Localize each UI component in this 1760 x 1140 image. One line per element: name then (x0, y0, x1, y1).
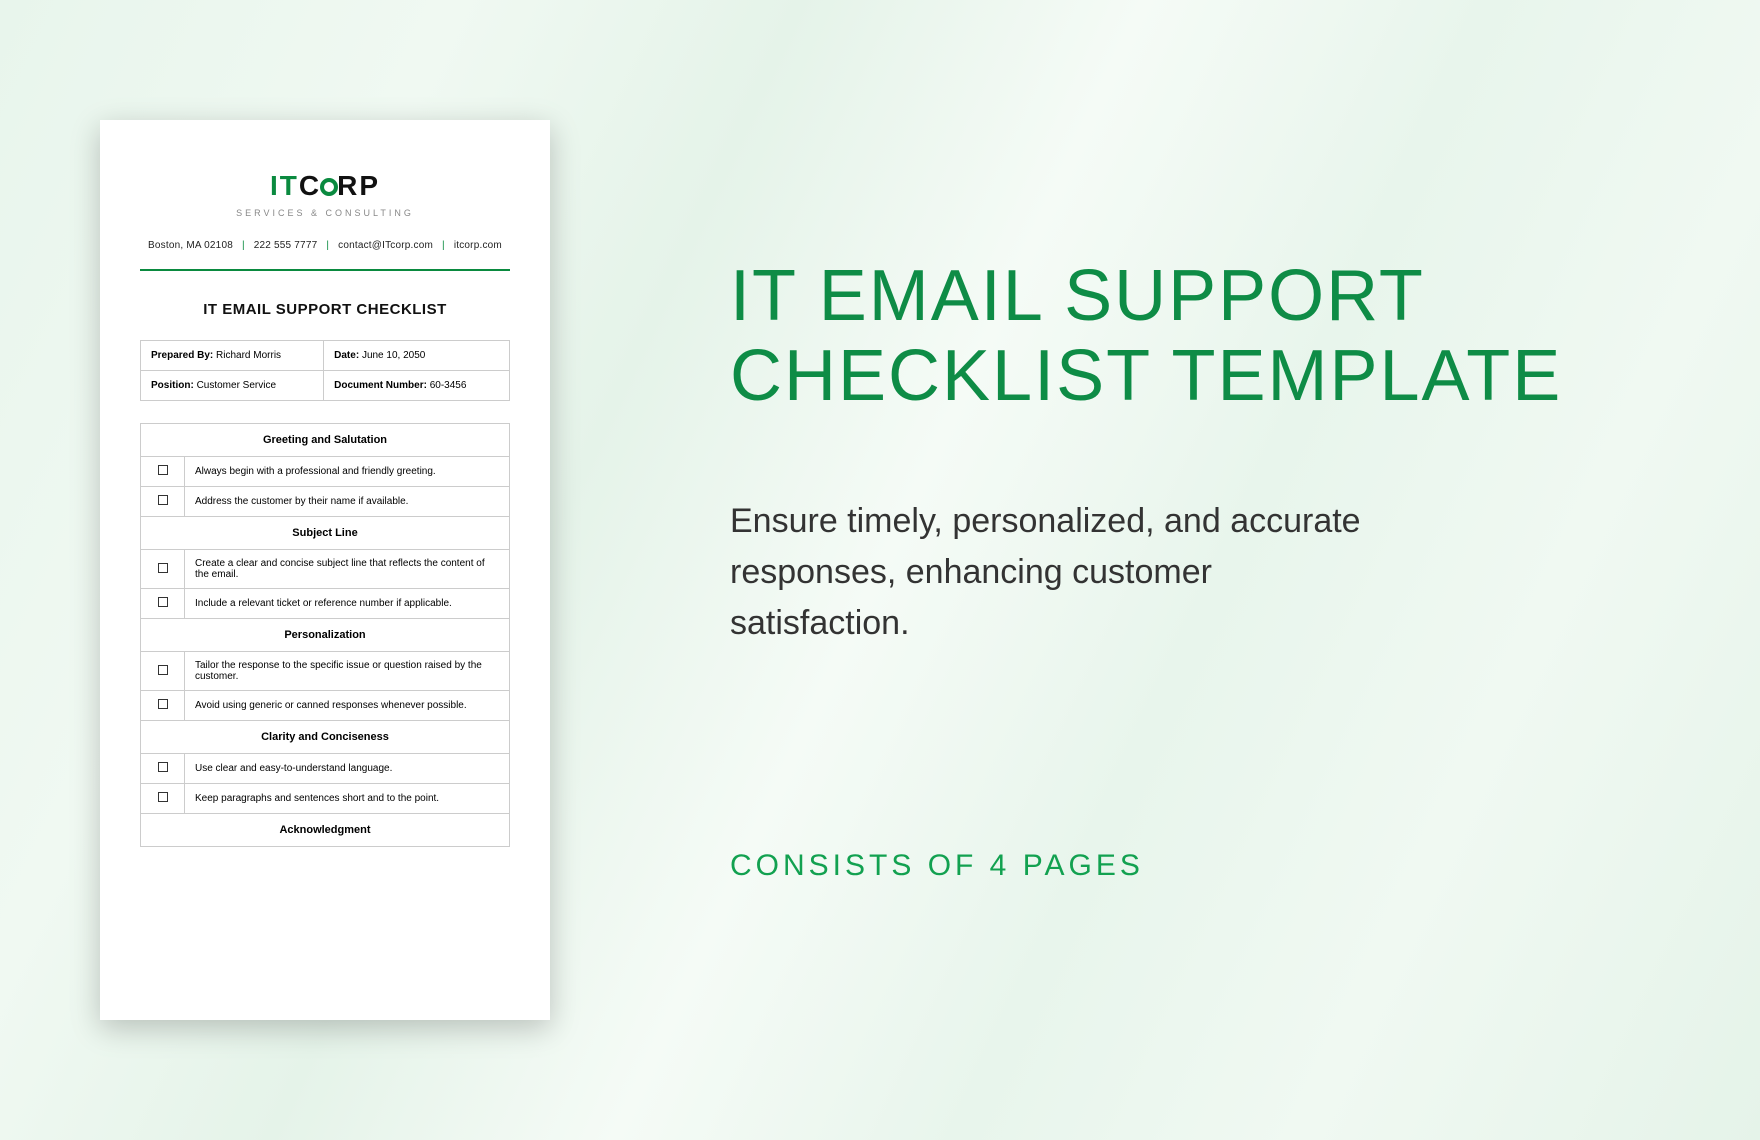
phone: 222 555 7777 (254, 240, 318, 251)
checkbox-cell (141, 652, 185, 691)
checkbox-icon (158, 563, 168, 573)
logo-c: C (299, 170, 321, 201)
checklist-item: Always begin with a professional and fri… (185, 457, 510, 487)
docnum-cell: Document Number: 60-3456 (324, 371, 510, 401)
document-page-preview: ITC RP SERVICES & CONSULTING Boston, MA 0… (100, 120, 550, 1020)
promo-panel: IT EMAIL SUPPORT CHECKLIST TEMPLATE Ensu… (730, 257, 1630, 882)
checklist-item: Include a relevant ticket or reference n… (185, 589, 510, 619)
checkbox-cell (141, 754, 185, 784)
contact-line: Boston, MA 02108 | 222 555 7777 | contac… (140, 240, 510, 251)
template-description: Ensure timely, personalized, and accurat… (730, 496, 1370, 649)
logo-tagline: SERVICES & CONSULTING (140, 208, 510, 218)
checkbox-cell (141, 457, 185, 487)
date-cell: Date: June 10, 2050 (324, 341, 510, 371)
email: contact@ITcorp.com (338, 240, 433, 251)
logo-it: IT (270, 170, 299, 201)
section-header: Personalization (141, 619, 510, 652)
checkbox-icon (158, 465, 168, 475)
checklist-item: Avoid using generic or canned responses … (185, 691, 510, 721)
section-header: Greeting and Salutation (141, 424, 510, 457)
section-header: Clarity and Conciseness (141, 721, 510, 754)
website: itcorp.com (454, 240, 502, 251)
checklist-item: Address the customer by their name if av… (185, 487, 510, 517)
separator-icon: | (326, 240, 329, 251)
checkbox-cell (141, 487, 185, 517)
checkbox-cell (141, 589, 185, 619)
template-title: IT EMAIL SUPPORT CHECKLIST TEMPLATE (730, 257, 1630, 415)
position-cell: Position: Customer Service (141, 371, 324, 401)
checkbox-cell (141, 784, 185, 814)
section-header: Subject Line (141, 517, 510, 550)
logo-o-icon (320, 178, 338, 196)
address: Boston, MA 02108 (148, 240, 233, 251)
prepared-by-cell: Prepared By: Richard Morris (141, 341, 324, 371)
checkbox-icon (158, 495, 168, 505)
checkbox-icon (158, 597, 168, 607)
logo: ITC RP (140, 170, 510, 202)
checkbox-icon (158, 665, 168, 675)
checkbox-cell (141, 550, 185, 589)
separator-icon: | (442, 240, 445, 251)
checklist-item: Create a clear and concise subject line … (185, 550, 510, 589)
checkbox-icon (158, 699, 168, 709)
document-title: IT EMAIL SUPPORT CHECKLIST (140, 301, 510, 318)
checklist-item: Use clear and easy-to-understand languag… (185, 754, 510, 784)
divider (140, 269, 510, 271)
logo-rp: RP (337, 170, 380, 201)
page-count: CONSISTS OF 4 PAGES (730, 849, 1630, 883)
checkbox-cell (141, 691, 185, 721)
checkbox-icon (158, 792, 168, 802)
separator-icon: | (242, 240, 245, 251)
checklist-item: Keep paragraphs and sentences short and … (185, 784, 510, 814)
checklist-table: Greeting and Salutation Always begin wit… (140, 423, 510, 847)
section-header: Acknowledgment (141, 814, 510, 847)
checkbox-icon (158, 762, 168, 772)
checklist-item: Tailor the response to the specific issu… (185, 652, 510, 691)
meta-table: Prepared By: Richard Morris Date: June 1… (140, 340, 510, 401)
